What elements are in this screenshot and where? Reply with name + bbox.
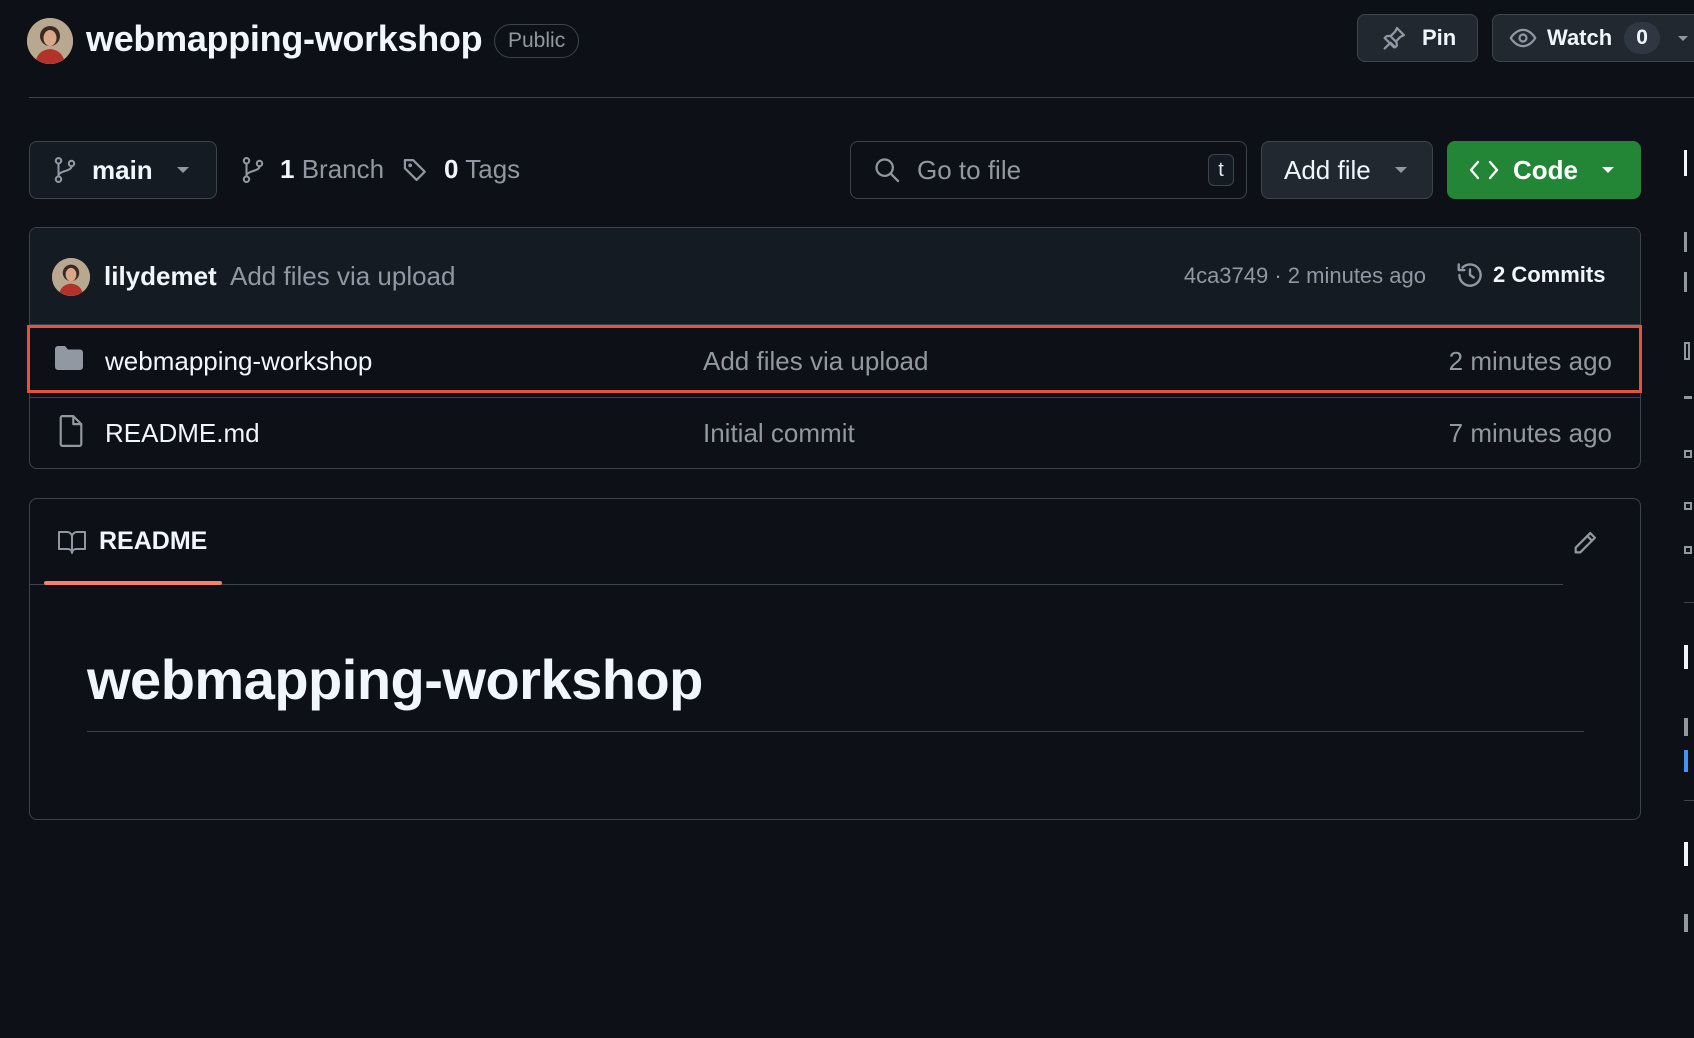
file-name[interactable]: README.md (105, 418, 260, 449)
book-icon (57, 529, 87, 555)
file-commit-message[interactable]: Initial commit (703, 418, 855, 449)
sidebar-edge (1684, 150, 1694, 950)
pin-label: Pin (1422, 25, 1457, 50)
latest-commit-bar: lilydemet Add files via upload 4ca3749 ·… (30, 228, 1640, 325)
watch-button[interactable]: Watch 0 (1492, 14, 1694, 62)
branch-count: 1 (280, 154, 295, 184)
commits-link[interactable]: 2 Commits (1455, 260, 1605, 290)
code-label: Code (1513, 154, 1578, 185)
history-icon (1455, 260, 1485, 290)
go-to-file-search[interactable]: Go to file t (850, 141, 1247, 199)
tag-icon (402, 156, 430, 184)
commit-author[interactable]: lilydemet (104, 261, 217, 292)
pin-icon (1380, 24, 1408, 52)
chevron-down-icon (1393, 165, 1409, 175)
header-divider (29, 97, 1694, 98)
file-updated-time: 7 minutes ago (1448, 418, 1612, 448)
git-branch-icon (240, 155, 266, 185)
chevron-down-icon[interactable] (1676, 33, 1690, 43)
readme-tab-label: README (99, 527, 208, 555)
commits-count: 2 Commits (1493, 262, 1606, 287)
commit-message[interactable]: Add files via upload (230, 261, 455, 292)
add-file-button[interactable]: Add file (1261, 141, 1433, 199)
shortcut-key: t (1208, 154, 1234, 186)
pin-button[interactable]: Pin (1357, 14, 1478, 62)
readme-panel: README webmapping-workshop (29, 498, 1641, 820)
code-button[interactable]: Code (1447, 141, 1641, 199)
branch-name: main (92, 154, 153, 185)
commit-hash-time[interactable]: 4ca3749 · 2 minutes ago (1184, 263, 1426, 289)
active-tab-underline (44, 581, 222, 585)
chevron-down-icon (1600, 165, 1616, 175)
branches-link[interactable]: 1 Branch (240, 154, 384, 185)
visibility-badge: Public (494, 24, 580, 58)
readme-tab[interactable]: README (57, 527, 207, 556)
readme-tab-divider (30, 584, 1563, 585)
file-icon (58, 415, 84, 447)
branch-label: Branch (301, 154, 385, 184)
owner-avatar[interactable] (27, 18, 73, 64)
code-icon (1469, 158, 1499, 182)
tag-label: Tags (465, 154, 521, 184)
repo-title[interactable]: webmapping-workshop (86, 18, 483, 60)
chevron-down-icon (175, 165, 191, 175)
tags-link[interactable]: 0 Tags (402, 154, 520, 185)
author-avatar[interactable] (52, 258, 90, 296)
add-file-label: Add file (1284, 154, 1371, 185)
branch-select-button[interactable]: main (29, 141, 217, 199)
git-branch-icon (52, 155, 78, 185)
selected-row-highlight (27, 325, 1642, 393)
readme-heading: webmapping-workshop (87, 648, 703, 711)
watch-count: 0 (1624, 22, 1660, 54)
pencil-icon[interactable] (1571, 529, 1599, 557)
search-icon (873, 156, 901, 184)
search-placeholder: Go to file (917, 154, 1022, 185)
tag-count: 0 (444, 154, 459, 184)
heading-rule (87, 731, 1584, 732)
file-row[interactable]: README.md Initial commit 7 minutes ago (30, 398, 1640, 468)
watch-label: Watch (1547, 25, 1613, 50)
eye-icon (1509, 24, 1537, 52)
